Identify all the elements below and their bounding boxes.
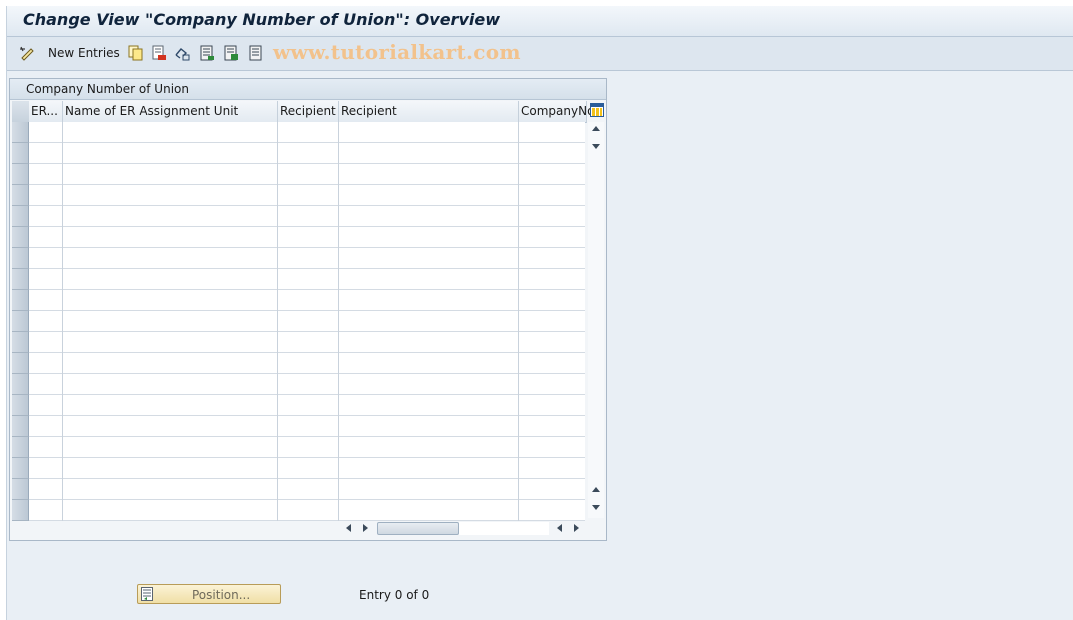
- copy-icon[interactable]: [128, 45, 144, 61]
- column-header-label: Name of ER Assignment Unit: [65, 104, 239, 118]
- table-row[interactable]: [29, 332, 585, 353]
- column-header-recipient-name[interactable]: Recipient: [339, 101, 519, 123]
- scroll-right-fixed-icon[interactable]: [574, 524, 579, 532]
- row-selector[interactable]: [12, 416, 29, 437]
- table-control: Company Number of Union ER... Name of ER…: [9, 78, 607, 541]
- row-selector[interactable]: [12, 290, 29, 311]
- scroll-right-icon[interactable]: [363, 524, 368, 532]
- scroll-up-icon[interactable]: [592, 126, 600, 131]
- undo-icon[interactable]: [174, 45, 190, 61]
- table-row[interactable]: [29, 395, 585, 416]
- table-row[interactable]: [29, 164, 585, 185]
- select-block-icon[interactable]: [223, 45, 239, 61]
- table-row[interactable]: [29, 185, 585, 206]
- position-button-label: Position...: [192, 588, 251, 602]
- table-row[interactable]: [29, 437, 585, 458]
- display-change-icon[interactable]: [19, 45, 35, 61]
- sap-window: Change View "Company Number of Union": O…: [6, 6, 1073, 620]
- page-title: Change View "Company Number of Union": O…: [23, 10, 500, 29]
- table-row[interactable]: [29, 143, 585, 164]
- select-all-rows-corner[interactable]: [12, 101, 30, 123]
- table-caption: Company Number of Union: [10, 79, 606, 100]
- column-divider: [62, 122, 63, 521]
- entry-counter: Entry 0 of 0: [359, 588, 430, 602]
- table-caption-text: Company Number of Union: [26, 82, 189, 96]
- deselect-all-icon[interactable]: [248, 45, 264, 61]
- table-row[interactable]: [29, 227, 585, 248]
- row-selector[interactable]: [12, 269, 29, 290]
- column-divider: [338, 122, 339, 521]
- column-header-company-no[interactable]: CompanyNo: [519, 101, 594, 123]
- row-selector[interactable]: [12, 353, 29, 374]
- scroll-left-fixed-icon[interactable]: [557, 524, 562, 532]
- row-selector[interactable]: [12, 206, 29, 227]
- row-selector[interactable]: [12, 122, 29, 143]
- table-row[interactable]: [29, 290, 585, 311]
- position-button[interactable]: Position...: [137, 584, 281, 604]
- new-entries-button[interactable]: New Entries: [48, 46, 120, 60]
- table-row[interactable]: [29, 500, 585, 521]
- row-selector[interactable]: [12, 458, 29, 479]
- row-selector[interactable]: [12, 437, 29, 458]
- table-settings-icon[interactable]: [590, 103, 604, 117]
- table-row[interactable]: [29, 353, 585, 374]
- scroll-left-icon[interactable]: [346, 524, 351, 532]
- column-header-label: Recipient: [341, 104, 397, 118]
- row-selector[interactable]: [12, 164, 29, 185]
- position-icon: [141, 587, 154, 601]
- horizontal-scroll-thumb[interactable]: [377, 522, 459, 535]
- column-header-name-er-assignment-unit[interactable]: Name of ER Assignment Unit: [63, 101, 278, 123]
- row-selector[interactable]: [12, 185, 29, 206]
- vertical-scrollbar[interactable]: [588, 122, 604, 518]
- row-selector[interactable]: [12, 248, 29, 269]
- row-selector[interactable]: [12, 479, 29, 500]
- horizontal-scroll-track[interactable]: [459, 522, 549, 535]
- watermark: www.tutorialkart.com: [273, 40, 521, 64]
- row-selector[interactable]: [12, 143, 29, 164]
- title-bar: Change View "Company Number of Union": O…: [7, 6, 1073, 37]
- column-header-recipient-code[interactable]: Recipient: [278, 101, 339, 123]
- row-selector[interactable]: [12, 227, 29, 248]
- row-selector[interactable]: [12, 395, 29, 416]
- column-divider: [277, 122, 278, 521]
- column-divider: [518, 122, 519, 521]
- table-row[interactable]: [29, 122, 585, 143]
- column-header-label: Recipient: [280, 104, 336, 118]
- table-row[interactable]: [29, 248, 585, 269]
- table-row[interactable]: [29, 374, 585, 395]
- row-selector[interactable]: [12, 332, 29, 353]
- scroll-page-up-icon[interactable]: [592, 487, 600, 492]
- column-header-label: CompanyNo: [521, 104, 595, 118]
- table-row[interactable]: [29, 206, 585, 227]
- scroll-page-down-icon[interactable]: [592, 505, 600, 510]
- row-selector[interactable]: [12, 374, 29, 395]
- row-selector[interactable]: [12, 500, 29, 521]
- table-row[interactable]: [29, 269, 585, 290]
- row-selector[interactable]: [12, 311, 29, 332]
- table-row[interactable]: [29, 479, 585, 500]
- column-header-er[interactable]: ER...: [29, 101, 63, 123]
- table-row[interactable]: [29, 416, 585, 437]
- select-all-icon[interactable]: [199, 45, 215, 61]
- application-toolbar: New Entries www.tutorialkart.com: [7, 37, 1073, 71]
- horizontal-scrollbar[interactable]: [340, 521, 590, 536]
- column-header-label: ER...: [31, 104, 58, 118]
- delete-icon[interactable]: [151, 45, 167, 61]
- table-row[interactable]: [29, 458, 585, 479]
- table-row[interactable]: [29, 311, 585, 332]
- scroll-down-icon[interactable]: [592, 144, 600, 149]
